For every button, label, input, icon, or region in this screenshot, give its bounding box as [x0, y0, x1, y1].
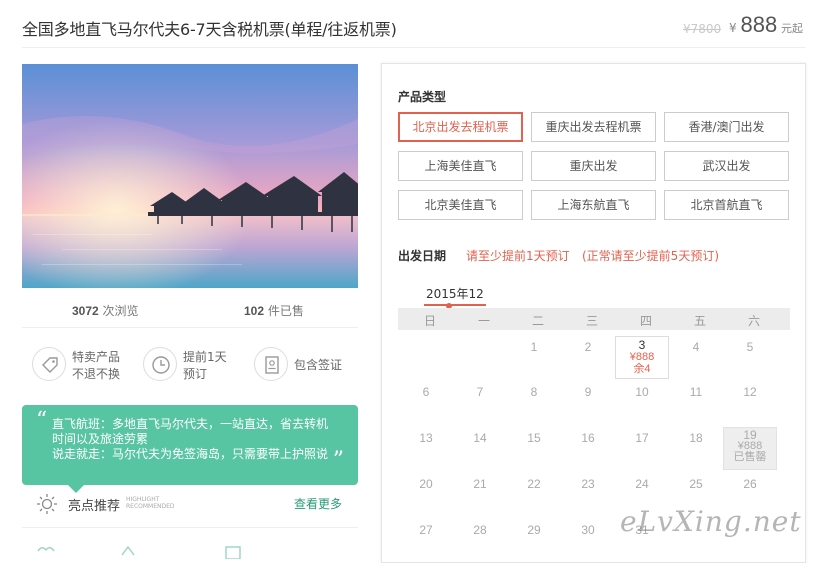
option-chongqing[interactable]: 重庆出发 [531, 151, 656, 181]
booking-note-normal: (正常请至少提前5天预订) [582, 249, 719, 263]
calendar-day: 11 [689, 385, 703, 399]
clock-icon [143, 347, 177, 381]
option-shanghai-meijia[interactable]: 上海美佳直飞 [398, 151, 523, 181]
calendar-day: 20 [419, 477, 433, 491]
weekday-header: 日 一 二 三 四 五 六 [398, 308, 790, 330]
option-wuhan[interactable]: 武汉出发 [664, 151, 789, 181]
option-beijing-outbound[interactable]: 北京出发去程机票 [398, 112, 523, 142]
price-unit: 元起 [781, 22, 804, 35]
calendar-day: 13 [419, 431, 433, 445]
weekday-label: 二 [531, 314, 544, 328]
feature-label: 包含签证 [294, 358, 343, 372]
booking-note: 请至少提前1天预订 [466, 249, 570, 263]
sold-count: 102 件已售 [244, 304, 304, 318]
highlights-bar: 亮点推荐 HIGHLIGHT RECOMMENDED 查看更多 [36, 493, 358, 515]
calendar-day: 10 [635, 385, 649, 399]
calendar-day: 30 [581, 523, 595, 537]
highlight-line: 时间以及旅途劳累 [52, 432, 149, 446]
highlight-line: 说走就走：马尔代夫为免签海岛，只需要带上护照说 [52, 447, 329, 461]
option-chongqing-outbound[interactable]: 重庆出发去程机票 [531, 112, 656, 142]
price-value: 888 [740, 12, 778, 37]
current-price: ¥ 888 元起 [729, 12, 803, 38]
divider [22, 527, 358, 528]
product-photo[interactable] [22, 64, 358, 288]
tag-icon [32, 347, 66, 381]
calendar-day: 22 [527, 477, 541, 491]
divider [22, 47, 805, 48]
calendar-day-soldout: 19 ¥888 已售罄 [723, 427, 777, 470]
calendar-day: 24 [635, 477, 649, 491]
views-count: 3072 次浏览 [72, 304, 139, 318]
calendar-day: 25 [689, 477, 703, 491]
document-icon [254, 347, 288, 381]
highlights-en-label: HIGHLIGHT RECOMMENDED [126, 496, 175, 510]
watermark: eLvXing.net [620, 505, 802, 538]
option-beijing-meijia[interactable]: 北京美佳直飞 [398, 190, 523, 220]
option-beijing-capital[interactable]: 北京首航直飞 [664, 190, 789, 220]
calendar-day: 21 [473, 477, 487, 491]
close-quote-icon: ” [332, 448, 344, 473]
departure-date-title: 出发日期 [398, 249, 447, 263]
calendar-day: 14 [473, 431, 487, 445]
calendar-day: 26 [743, 477, 757, 491]
calendar-day: 2 [584, 340, 592, 354]
calendar-day: 17 [635, 431, 649, 445]
weekday-label: 六 [747, 314, 760, 328]
sun-icon [37, 494, 57, 514]
feature-label: 提前1天 [183, 350, 227, 364]
page-title: 全国多地直飞马尔代夫6-7天含税机票(单程/往返机票) [22, 20, 397, 39]
calendar-month-tab[interactable]: 2015年12 [424, 285, 486, 309]
highlight-box: “ 直飞航班：多地直飞马尔代夫，一站直达，省去转机 时间以及旅途劳累 说走就走：… [22, 405, 358, 493]
product-type-title: 产品类型 [398, 90, 447, 104]
option-hongkong-macau[interactable]: 香港/澳门出发 [664, 112, 789, 142]
feature-label: 特卖产品 [72, 350, 121, 364]
calendar-day: 1 [530, 340, 538, 354]
open-quote-icon: “ [36, 408, 48, 433]
feature-sublabel: 预订 [183, 367, 208, 381]
highlights-label: 亮点推荐 [68, 499, 121, 514]
calendar-day: 29 [527, 523, 541, 537]
calendar-day: 18 [689, 431, 703, 445]
calendar-day: 15 [527, 431, 541, 445]
booking-panel: 产品类型 北京出发去程机票 重庆出发去程机票 香港/澳门出发 上海美佳直飞 重庆… [381, 63, 806, 563]
view-more-link[interactable]: 查看更多 [294, 495, 342, 512]
calendar-day: 28 [473, 523, 487, 537]
calendar-day: 9 [584, 385, 592, 399]
calendar-day-available[interactable]: 3 ¥888 余4 [615, 336, 669, 379]
weekday-label: 五 [693, 314, 706, 328]
currency-symbol: ¥ [729, 21, 737, 35]
calendar-day: 4 [692, 340, 700, 354]
stats-bar: 3072 次浏览 102 件已售 [22, 296, 358, 324]
option-shanghai-eastern[interactable]: 上海东航直飞 [531, 190, 656, 220]
calendar-day: 7 [476, 385, 484, 399]
calendar-day: 5 [746, 340, 754, 354]
calendar-day: 27 [419, 523, 433, 537]
divider [22, 327, 358, 328]
calendar-day: 6 [422, 385, 430, 399]
weekday-label: 三 [585, 314, 598, 328]
weekday-label: 四 [639, 314, 652, 328]
weekday-label: 日 [423, 314, 436, 328]
highlight-line: 直飞航班：多地直飞马尔代夫，一站直达，省去转机 [52, 417, 329, 431]
calendar-day: 23 [581, 477, 595, 491]
weekday-label: 一 [477, 314, 490, 328]
calendar-day: 8 [530, 385, 538, 399]
bottom-action-icons [36, 544, 358, 560]
original-price: ¥7800 [683, 22, 722, 36]
calendar-day: 12 [743, 385, 757, 399]
callout-tail [68, 485, 84, 493]
calendar-day: 16 [581, 431, 595, 445]
feature-sublabel: 不退不换 [72, 367, 121, 381]
